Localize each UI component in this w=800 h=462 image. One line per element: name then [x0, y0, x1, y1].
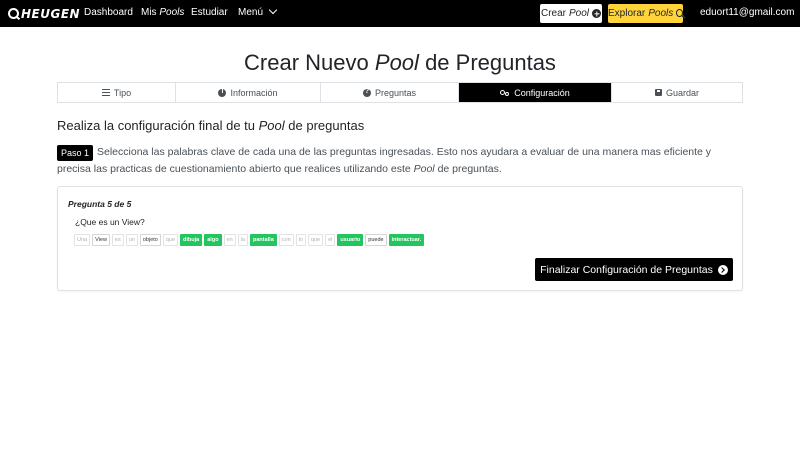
step-label: Tipo — [113, 87, 132, 98]
page-title: Crear Nuevo Pool de Preguntas — [0, 50, 800, 76]
question-card: Pregunta 5 de 5 ¿Que es un View? Una View… — [57, 186, 743, 291]
nav-mis-pools-word: Pools — [159, 7, 185, 18]
explore-pools-word: Pools — [648, 8, 674, 19]
question-text: ¿Que es un View? — [75, 217, 145, 227]
step-preguntas[interactable]: Preguntas — [321, 83, 459, 102]
keyword-chip[interactable]: algo — [204, 234, 222, 246]
nav-mis-pools[interactable]: Mis Pools — [141, 7, 184, 18]
keyword-chip[interactable]: dibuja — [180, 234, 203, 246]
search-icon — [676, 8, 683, 17]
instructions-a: Selecciona las palabras clave de cada un… — [57, 146, 712, 175]
keyword-chip[interactable]: objeto — [139, 234, 161, 246]
keyword-chip[interactable]: puede — [365, 234, 387, 246]
keyword-chip[interactable]: la — [237, 234, 248, 246]
title-part-b: Pool — [374, 50, 419, 75]
keyword-chip[interactable]: usuario — [337, 234, 364, 246]
list-icon — [101, 89, 110, 96]
step-guardar[interactable]: Guardar — [612, 83, 742, 102]
nav-dashboard[interactable]: Dashboard — [84, 7, 133, 18]
step-label: Guardar — [665, 87, 700, 98]
keyword-chip[interactable]: que — [162, 234, 179, 246]
config-subtitle: Realiza la configuración final de tu Poo… — [57, 118, 364, 133]
nav-estudiar[interactable]: Estudiar — [191, 7, 228, 18]
create-pool-button[interactable]: Crear Pool — [540, 4, 602, 23]
keyword-chip[interactable]: el — [325, 234, 336, 246]
nav-mis-prefix: Mis — [141, 7, 157, 18]
brand-q-icon — [8, 8, 19, 19]
save-icon — [654, 89, 662, 96]
step-configuracion[interactable]: Configuración — [459, 83, 612, 102]
chevron-down-icon — [268, 5, 278, 15]
step-label: Preguntas — [374, 87, 417, 98]
explore-pools-button[interactable]: Explorar Pools — [608, 4, 683, 23]
nav-menu-label: Menú — [238, 7, 264, 18]
navbar: HEUGEN Dashboard Mis Pools Estudiar Menú… — [0, 0, 800, 27]
info-icon — [218, 88, 227, 97]
plus-circle-icon — [592, 9, 602, 18]
step-label: Información — [230, 87, 278, 98]
explore-prefix: Explorar — [608, 8, 646, 19]
keyword-chip[interactable]: interactuar. — [388, 234, 425, 246]
step-label: Configuración — [514, 87, 570, 98]
title-part-c: de Preguntas — [425, 50, 556, 75]
step-informacion[interactable]: Información — [176, 83, 321, 102]
keyword-chip[interactable]: Una — [74, 234, 91, 246]
create-pool-word: Pool — [569, 8, 590, 19]
wizard-steps: Tipo Información Preguntas Configuración… — [57, 82, 743, 103]
keyword-chip[interactable]: con — [278, 234, 294, 246]
arrow-circle-right-icon — [717, 264, 728, 275]
keyword-chip[interactable]: que — [307, 234, 324, 246]
brand-name: HEUGEN — [21, 6, 81, 21]
title-part-a: Crear Nuevo — [244, 50, 369, 75]
create-prefix: Crear — [540, 8, 566, 19]
question-heading: Pregunta 5 de 5 — [68, 199, 132, 209]
cogs-icon — [500, 89, 510, 97]
user-email[interactable]: eduort11@gmail.com — [700, 7, 794, 18]
finish-label: Finalizar Configuración de Preguntas — [540, 263, 713, 276]
instructions-b: Pool — [413, 163, 435, 175]
brand-logo[interactable]: HEUGEN — [8, 6, 80, 21]
subtitle-c: de preguntas — [288, 118, 365, 133]
step-badge: Paso 1 — [57, 145, 93, 161]
keyword-chip[interactable]: pantalla — [249, 234, 277, 246]
keyword-chip[interactable]: en — [223, 234, 236, 246]
subtitle-b: Pool — [258, 118, 285, 133]
subtitle-a: Realiza la configuración final de tu — [57, 118, 256, 133]
instructions: Selecciona las palabras clave de cada un… — [57, 144, 747, 178]
keyword-list: Una View es un objeto que dibuja algo en la pantal… — [74, 234, 425, 246]
question-icon — [362, 88, 371, 97]
keyword-chip[interactable]: lo — [295, 234, 306, 246]
step-tipo[interactable]: Tipo — [58, 83, 176, 102]
keyword-chip[interactable]: es — [111, 234, 124, 246]
instructions-c: de preguntas. — [437, 163, 502, 175]
keyword-chip[interactable]: un — [125, 234, 138, 246]
keyword-chip[interactable]: View — [92, 234, 110, 246]
finish-config-button[interactable]: Finalizar Configuración de Preguntas — [535, 258, 733, 281]
nav-menu[interactable]: Menú — [238, 5, 278, 18]
